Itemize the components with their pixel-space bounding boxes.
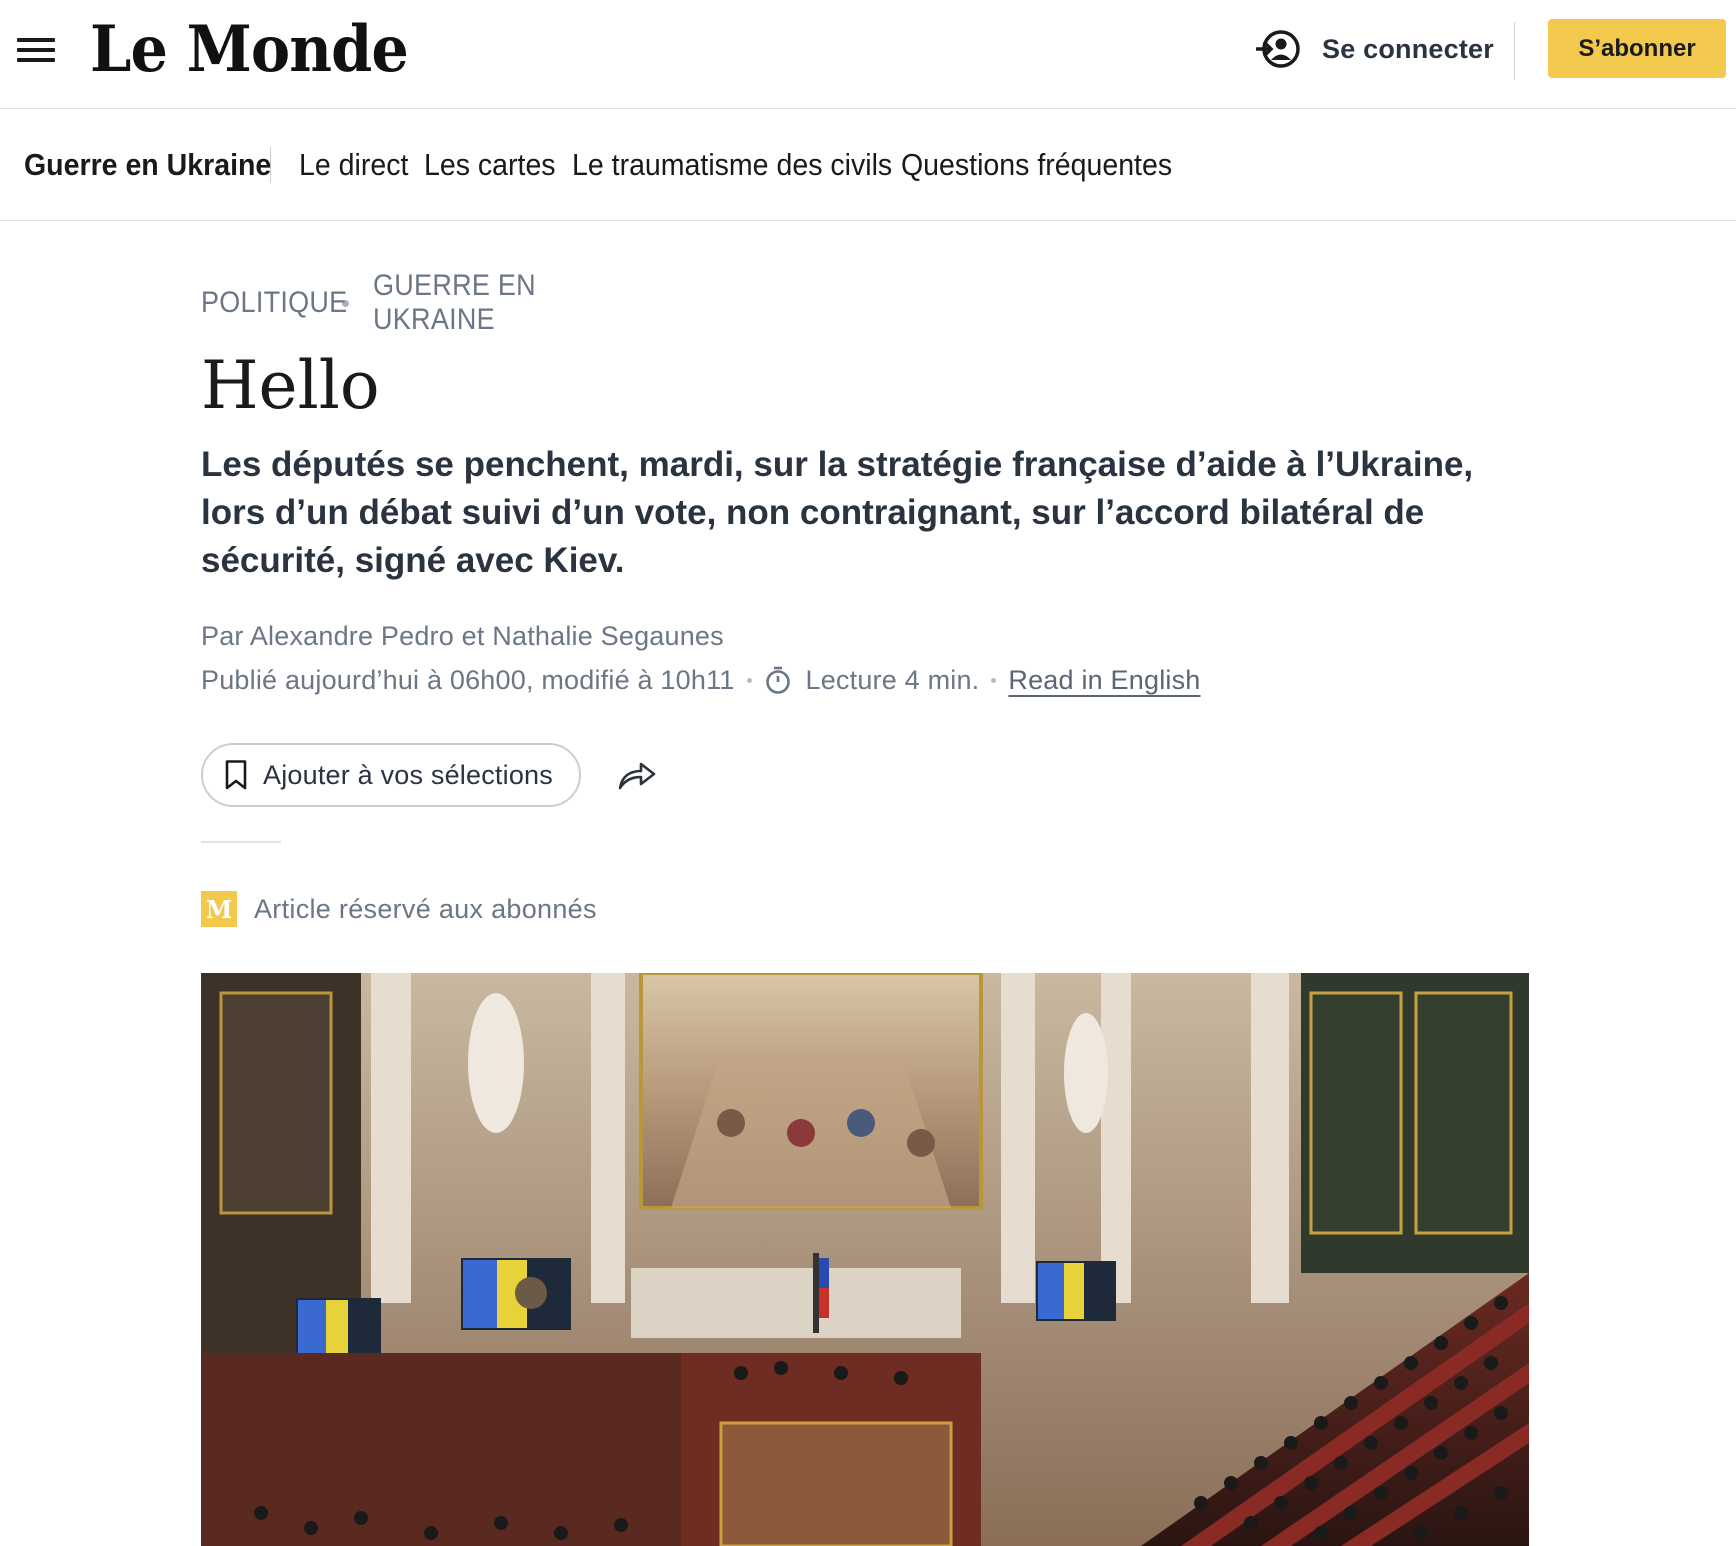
premium-label: Article réservé aux abonnés (254, 893, 597, 924)
publish-date: Publié aujourd’hui à 06h00, modifié à 10… (201, 665, 735, 695)
add-to-selections-label: Ajouter à vos sélections (263, 759, 553, 790)
subnav-link-les-cartes[interactable]: Les cartes (424, 147, 556, 183)
meta-separator-dot (746, 677, 752, 683)
premium-notice: M Article réservé aux abonnés (201, 891, 1531, 927)
add-to-selections-button[interactable]: Ajouter à vos sélections (201, 743, 581, 807)
stopwatch-icon (765, 666, 790, 694)
site-header: Le Monde Se connecter S’abonner (0, 0, 1736, 109)
login-label: Se connecter (1322, 33, 1494, 64)
subscribe-button[interactable]: S’abonner (1548, 19, 1726, 78)
subnav-links: Le direct Les cartes Le traumatisme des … (299, 147, 1186, 183)
reading-time: Lecture 4 min. (805, 665, 980, 695)
section-subnav: Guerre en Ukraine Le direct Les cartes L… (0, 109, 1736, 221)
read-in-english-link[interactable]: Read in English (1008, 660, 1200, 700)
hamburger-menu-icon[interactable] (17, 36, 55, 64)
hero-image (201, 973, 1529, 1546)
article-actions: Ajouter à vos sélections (201, 743, 1531, 807)
article-byline: Par Alexandre Pedro et Nathalie Segaunes (201, 621, 724, 651)
share-arrow-icon[interactable] (617, 758, 657, 792)
article-lede: Les députés se penchent, mardi, sur la s… (201, 445, 1474, 580)
article: Politique Guerre en Ukraine Hello Les dé… (201, 221, 1531, 927)
article-meta: Publié aujourd’hui à 06h00, modifié à 10… (201, 660, 1531, 700)
subnav-section-title[interactable]: Guerre en Ukraine (24, 147, 271, 183)
header-divider (1514, 22, 1515, 80)
login-link[interactable]: Se connecter (1254, 24, 1494, 74)
article-title: Hello (201, 347, 380, 424)
user-login-icon (1256, 30, 1300, 68)
assembly-chamber-illustration (201, 973, 1529, 1546)
kicker-politique[interactable]: Politique (201, 286, 347, 320)
article-kicker: Politique Guerre en Ukraine (201, 269, 1531, 336)
premium-badge-icon: M (201, 891, 237, 927)
article-header-rule (201, 841, 281, 843)
bookmark-icon (225, 760, 247, 790)
subnav-link-traumatisme-civils[interactable]: Le traumatisme des civils (572, 147, 892, 183)
subnav-link-questions-frequentes[interactable]: Questions fréquentes (901, 147, 1172, 183)
meta-separator-dot (991, 677, 997, 683)
subnav-link-le-direct[interactable]: Le direct (299, 147, 408, 183)
kicker-guerre-en-ukraine[interactable]: Guerre en Ukraine (373, 269, 607, 337)
site-logo[interactable]: Le Monde (90, 14, 409, 86)
